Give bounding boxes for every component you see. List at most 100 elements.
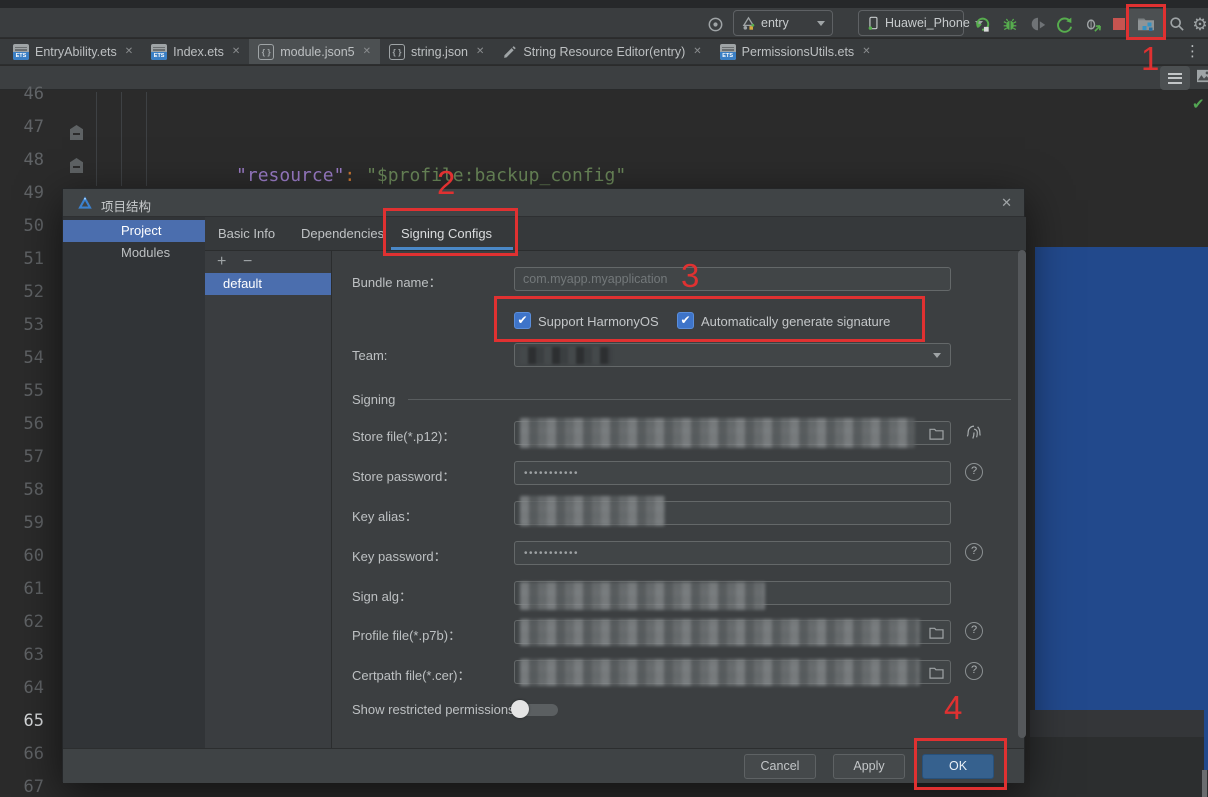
device-selector[interactable]: Huawei_Phone <box>858 10 964 36</box>
close-icon[interactable]: ✕ <box>363 46 371 57</box>
module-selector-label: entry <box>761 16 789 30</box>
more-options-icon[interactable]: ⋮ <box>1185 42 1200 60</box>
line-number: 60 <box>0 546 56 579</box>
redacted-sign-alg <box>520 582 765 610</box>
editor-gutter: 4647484950515253545556575859606162636465… <box>0 84 56 797</box>
add-config-button[interactable]: + <box>217 253 226 271</box>
sign-alg-input[interactable] <box>514 581 951 605</box>
chevron-down-icon <box>817 21 825 26</box>
ets-file-icon: ETS <box>13 44 29 60</box>
line-number: 61 <box>0 579 56 612</box>
window-titlebar <box>0 0 1208 8</box>
previewer-panel <box>1035 247 1208 710</box>
close-icon[interactable]: ✕ <box>476 46 484 57</box>
tab-dependencies[interactable]: Dependencies <box>301 217 384 251</box>
main-toolbar: entry Huawei_Phone <box>0 8 1208 38</box>
inspection-ok-icon: ✔ <box>1192 95 1205 113</box>
help-icon[interactable]: ? <box>965 662 983 680</box>
apply-button[interactable]: Apply <box>833 754 905 779</box>
line-number: 47 <box>0 117 56 150</box>
dialog-sidebar: Project Modules <box>63 217 205 748</box>
tab-index[interactable]: ETS Index.ets ✕ <box>142 39 249 64</box>
attach-debugger-icon[interactable] <box>1081 13 1103 35</box>
line-number: 67 <box>0 777 56 797</box>
profiler-icon[interactable] <box>1027 13 1049 35</box>
close-icon[interactable]: ✕ <box>125 46 133 57</box>
redacted-team-value <box>520 347 612 364</box>
dialog-scrollbar[interactable] <box>1018 250 1026 738</box>
list-view-button[interactable] <box>1160 66 1190 90</box>
redacted-store-file-path <box>520 418 915 448</box>
team-dropdown[interactable] <box>514 343 951 367</box>
signing-config-list: + − default <box>205 251 332 748</box>
previewer-footer-dark <box>1030 737 1208 797</box>
restart-icon[interactable] <box>1053 13 1075 35</box>
tab-string-json[interactable]: { } string.json ✕ <box>380 39 493 64</box>
toggle-knob[interactable] <box>511 700 529 718</box>
device-selector-label: Huawei_Phone <box>885 16 970 30</box>
key-alias-input[interactable] <box>514 501 951 525</box>
help-icon[interactable]: ? <box>965 463 983 481</box>
annotation-number-1: 1 <box>1141 42 1159 75</box>
remove-config-button[interactable]: − <box>243 253 252 271</box>
module-icon <box>741 16 756 31</box>
debug-icon[interactable] <box>999 13 1021 35</box>
close-icon[interactable]: ✕ <box>232 46 240 57</box>
redacted-profile-path <box>520 619 920 646</box>
line-number: 51 <box>0 249 56 282</box>
redacted-certpath <box>520 659 920 686</box>
certpath-file-input[interactable] <box>514 660 951 684</box>
certpath-file-label: Certpath file(*.cer)： <box>352 665 470 684</box>
annotation-box-3 <box>494 296 925 342</box>
settings-gear-icon[interactable]: ⚙ <box>1189 13 1208 35</box>
key-alias-label: Key alias： <box>352 506 418 525</box>
line-number: 66 <box>0 744 56 777</box>
dialog-title: 项目结构 <box>101 196 151 215</box>
store-file-label: Store file(*.p12)： <box>352 426 455 445</box>
fingerprint-icon[interactable] <box>964 422 984 442</box>
cancel-button[interactable]: Cancel <box>744 754 816 779</box>
image-view-icon[interactable] <box>1196 69 1208 83</box>
store-password-input[interactable] <box>514 461 951 485</box>
dialog-titlebar[interactable]: 项目结构 ✕ <box>63 189 1024 217</box>
previewer-scrollbar[interactable] <box>1202 770 1207 797</box>
folder-icon[interactable] <box>929 626 944 639</box>
line-number: 50 <box>0 216 56 249</box>
tab-basic-info[interactable]: Basic Info <box>218 217 275 251</box>
line-number: 63 <box>0 645 56 678</box>
folder-icon[interactable] <box>929 666 944 679</box>
config-item-default[interactable]: default <box>205 273 331 295</box>
annotation-number-3: 3 <box>681 259 699 292</box>
help-icon[interactable]: ? <box>965 543 983 561</box>
line-number: 46 <box>0 84 56 117</box>
tab-label: EntryAbility.ets <box>35 45 117 59</box>
close-icon[interactable]: ✕ <box>693 46 701 57</box>
bundle-name-input[interactable] <box>514 267 951 291</box>
show-restricted-permissions-label: Show restricted permissions <box>352 702 515 717</box>
store-file-input[interactable] <box>514 421 951 445</box>
editor-tab-bar: ETS EntryAbility.ets ✕ ETS Index.ets ✕ {… <box>0 39 1208 65</box>
tab-string-resource-editor[interactable]: String Resource Editor(entry) ✕ <box>493 39 710 64</box>
json-file-icon: { } <box>258 44 274 60</box>
deveco-logo-icon <box>77 195 93 210</box>
sidebar-item-project[interactable]: Project <box>63 220 205 242</box>
search-icon[interactable] <box>1166 13 1188 35</box>
close-icon[interactable]: ✕ <box>862 46 870 57</box>
tab-permissionsutils[interactable]: ETS PermissionsUtils.ets ✕ <box>711 39 880 64</box>
tab-entryability[interactable]: ETS EntryAbility.ets ✕ <box>4 39 142 64</box>
profile-file-input[interactable] <box>514 620 951 644</box>
tab-label: Index.ets <box>173 45 224 59</box>
folder-icon[interactable] <box>929 427 944 440</box>
sidebar-item-modules[interactable]: Modules <box>63 242 205 264</box>
line-number: 59 <box>0 513 56 546</box>
target-icon[interactable] <box>704 13 726 35</box>
json-file-icon: { } <box>389 44 405 60</box>
json-key: "resource" <box>236 165 344 186</box>
module-selector[interactable]: entry <box>733 10 833 36</box>
rerun-icon[interactable] <box>971 13 993 35</box>
help-icon[interactable]: ? <box>965 622 983 640</box>
key-password-input[interactable] <box>514 541 951 565</box>
tab-module-json5[interactable]: { } module.json5 ✕ <box>249 39 380 64</box>
masked-key-password: ••••••••••• <box>524 548 579 559</box>
close-icon[interactable]: ✕ <box>1001 195 1012 211</box>
